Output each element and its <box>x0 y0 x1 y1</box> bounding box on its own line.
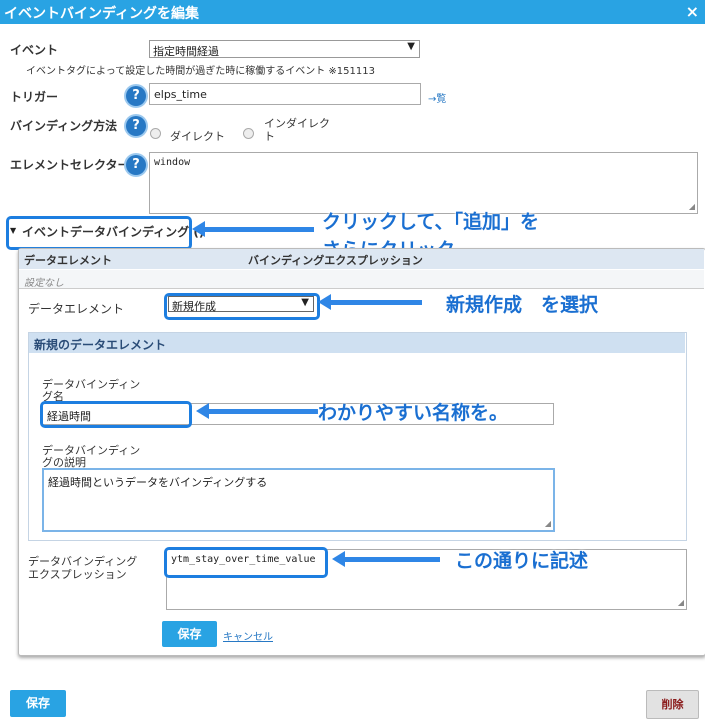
event-label: イベント <box>10 43 59 57</box>
table-col-expression: バインディングエクスプレッション <box>248 254 423 267</box>
event-select-value: 指定時間経過 <box>153 45 219 58</box>
chevron-down-icon: ▼ <box>301 297 309 308</box>
table-empty: 設定なし <box>24 278 64 289</box>
element-selector-value: window <box>154 157 191 168</box>
annotation-arrow <box>192 221 314 237</box>
annotation-arrow <box>196 403 318 419</box>
data-element-select[interactable]: 新規作成 ▼ <box>168 296 314 313</box>
resize-handle-icon[interactable]: ◢ <box>545 519 551 528</box>
trigger-list-link[interactable]: →覧 <box>428 90 446 105</box>
cancel-link[interactable]: キャンセル <box>223 628 273 643</box>
binding-method-label: バインディング方法 <box>10 119 118 133</box>
annotation-box <box>164 547 328 578</box>
chevron-down-icon: ▼ <box>407 41 415 52</box>
new-element-title: 新規のデータエレメント <box>34 338 167 352</box>
section-toggle[interactable]: イベントデータバインディング () <box>22 223 204 240</box>
table-col-data-element: データエレメント <box>24 254 112 267</box>
element-selector-textarea[interactable]: window ◢ <box>149 152 698 214</box>
trigger-input[interactable]: elps_time <box>149 83 421 105</box>
save-binding-button[interactable]: 保存 <box>162 621 217 647</box>
close-icon[interactable]: × <box>686 2 699 21</box>
trigger-value: elps_time <box>154 88 207 101</box>
dialog-title: イベントバインディングを編集 <box>4 6 200 22</box>
help-icon[interactable]: ? <box>126 155 146 175</box>
event-select[interactable]: 指定時間経過 ▼ <box>149 40 420 58</box>
event-note: イベントタグによって設定した時間が過ぎた時に稼働するイベント ※151113 <box>26 66 375 77</box>
radio-direct[interactable] <box>150 128 161 139</box>
resize-handle-icon[interactable]: ◢ <box>678 598 684 607</box>
radio-indirect-label-2: ト <box>264 130 275 143</box>
callout-1-line1: クリックして、「追加」を <box>322 211 539 233</box>
radio-indirect[interactable] <box>243 128 254 139</box>
annotation-box <box>40 401 192 428</box>
callout-2: 新規作成 を選択 <box>446 294 599 316</box>
expression-label-2: エクスプレッション <box>28 568 127 581</box>
table-row <box>19 270 704 289</box>
help-icon[interactable]: ? <box>126 86 146 106</box>
data-element-select-value: 新規作成 <box>172 300 216 313</box>
desc-textarea[interactable]: 経過時間というデータをバインディングする ◢ <box>42 468 555 532</box>
save-button[interactable]: 保存 <box>10 690 66 717</box>
annotation-arrow <box>332 551 440 567</box>
trigger-label: トリガー <box>10 90 59 104</box>
caret-down-icon[interactable]: ▼ <box>10 226 16 235</box>
data-element-label: データエレメント <box>28 302 125 316</box>
help-icon[interactable]: ? <box>126 116 146 136</box>
dialog-titlebar: イベントバインディングを編集 × <box>0 0 705 24</box>
radio-direct-label: ダイレクト <box>170 130 225 143</box>
callout-3: わかりやすい名称を。 <box>318 402 509 424</box>
element-selector-label: エレメントセレクター <box>10 158 130 172</box>
resize-handle-icon[interactable]: ◢ <box>689 202 695 211</box>
annotation-arrow <box>318 294 422 310</box>
callout-4: この通りに記述 <box>455 550 589 572</box>
desc-value: 経過時間というデータをバインディングする <box>48 476 268 489</box>
delete-button[interactable]: 削除 <box>646 690 699 719</box>
